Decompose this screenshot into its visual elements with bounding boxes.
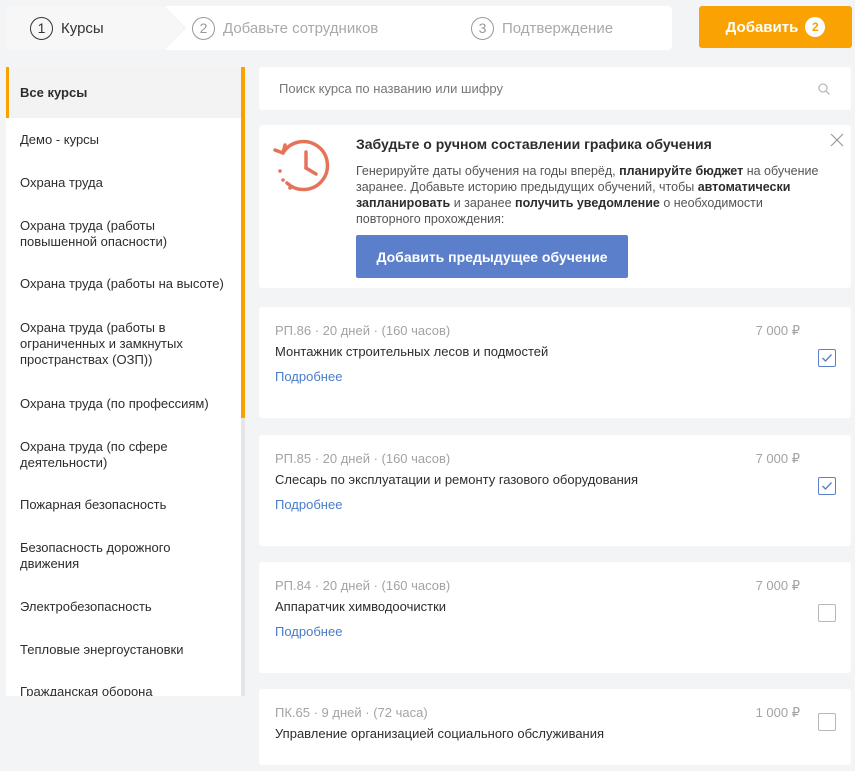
course-price: 7 000 ₽ — [755, 451, 800, 466]
add-button[interactable]: Добавить 2 — [699, 6, 852, 48]
course-meta: ПК.65 · 9 дней · (72 часа) — [275, 705, 428, 720]
clock-history-icon — [273, 139, 330, 192]
sidebar-item-labor-safety-heights[interactable]: Охрана труда (работы на высоте) — [6, 263, 241, 305]
close-icon[interactable] — [829, 132, 845, 148]
course-name: Аппаратчик химводоочистки — [275, 599, 447, 614]
checkmark-icon — [822, 482, 833, 491]
sidebar-scrollbar[interactable] — [241, 67, 245, 696]
course-checkbox[interactable] — [818, 477, 836, 495]
checkmark-icon — [822, 354, 833, 363]
course-details-link[interactable]: Подробнее — [275, 624, 342, 639]
step-label: Подтверждение — [502, 19, 614, 37]
course-card: РП.86 · 20 дней · (160 часов) 7 000 ₽ Мо… — [259, 307, 851, 418]
course-search — [259, 67, 851, 110]
course-name: Слесарь по эксплуатации и ремонту газово… — [275, 472, 639, 487]
sidebar-item-labor-safety-activity[interactable]: Охрана труда (по сфере деятельности) — [6, 425, 241, 484]
course-card: РП.84 · 20 дней · (160 часов) 7 000 ₽ Ап… — [259, 562, 851, 673]
course-card: ПК.65 · 9 дней · (72 часа) 1 000 ₽ Управ… — [259, 689, 851, 765]
sidebar-item-fire-safety[interactable]: Пожарная безопасность — [6, 484, 241, 526]
add-button-label: Добавить — [725, 18, 799, 36]
course-details-link[interactable]: Подробнее — [275, 369, 342, 384]
search-input[interactable] — [279, 81, 817, 96]
sidebar-scrollbar-thumb[interactable] — [241, 67, 245, 418]
search-icon[interactable] — [817, 82, 831, 96]
add-previous-training-button[interactable]: Добавить предыдущее обучение — [356, 235, 628, 278]
course-meta: РП.85 · 20 дней · (160 часов) — [275, 451, 451, 466]
sidebar-item-electrical-safety[interactable]: Электробезопасность — [6, 586, 241, 628]
course-meta: РП.86 · 20 дней · (160 часов) — [275, 323, 451, 338]
step-number: 1 — [30, 16, 53, 40]
sidebar-item-thermal-installations[interactable]: Тепловые энергоустановки — [6, 628, 241, 672]
sidebar-item-civil-defense[interactable]: Гражданская оборона — [6, 672, 241, 696]
step-label: Курсы — [61, 19, 104, 37]
category-sidebar: Все курсы Демо - курсы Охрана труда Охра… — [6, 67, 245, 696]
course-checkbox[interactable] — [818, 713, 836, 731]
course-price: 1 000 ₽ — [755, 705, 800, 720]
banner-text: Генерируйте даты обучения на годы вперёд… — [356, 164, 819, 226]
course-meta: РП.84 · 20 дней · (160 часов) — [275, 578, 451, 593]
course-name: Монтажник строительных лесов и подмостей — [275, 344, 549, 359]
selected-count-badge: 2 — [805, 17, 826, 37]
sidebar-item-road-safety[interactable]: Безопасность дорожного движения — [6, 526, 241, 586]
course-card: РП.85 · 20 дней · (160 часов) 7 000 ₽ Сл… — [259, 435, 851, 546]
step-number: 3 — [471, 16, 494, 40]
schedule-promo-banner: Забудьте о ручном составлении графика об… — [259, 125, 851, 288]
step-courses[interactable]: 1 Курсы — [30, 6, 104, 50]
sidebar-item-labor-safety-confined[interactable]: Охрана труда (работы в ограниченных и за… — [6, 305, 241, 383]
course-name: Управление организацией социального обсл… — [275, 726, 605, 741]
step-label: Добавьте сотрудников — [223, 19, 379, 37]
course-checkbox[interactable] — [818, 349, 836, 367]
sidebar-item-labor-safety-high-risk[interactable]: Охрана труда (работы повышенной опасност… — [6, 204, 241, 263]
sidebar-item-labor-safety[interactable]: Охрана труда — [6, 162, 241, 204]
step-number: 2 — [192, 16, 215, 40]
sidebar-item-labor-safety-professions[interactable]: Охрана труда (по профессиям) — [6, 383, 241, 425]
sidebar-item-demo[interactable]: Демо - курсы — [6, 118, 241, 162]
stepper: 1 Курсы 2 Добавьте сотрудников 3 Подтвер… — [6, 6, 672, 50]
sidebar-item-all-courses[interactable]: Все курсы — [6, 67, 241, 118]
course-price: 7 000 ₽ — [755, 323, 800, 338]
course-details-link[interactable]: Подробнее — [275, 497, 342, 512]
banner-title: Забудьте о ручном составлении графика об… — [356, 136, 712, 152]
step-confirmation[interactable]: 3 Подтверждение — [471, 6, 613, 50]
course-price: 7 000 ₽ — [755, 578, 800, 593]
step-add-employees[interactable]: 2 Добавьте сотрудников — [192, 6, 378, 50]
course-checkbox[interactable] — [818, 604, 836, 622]
